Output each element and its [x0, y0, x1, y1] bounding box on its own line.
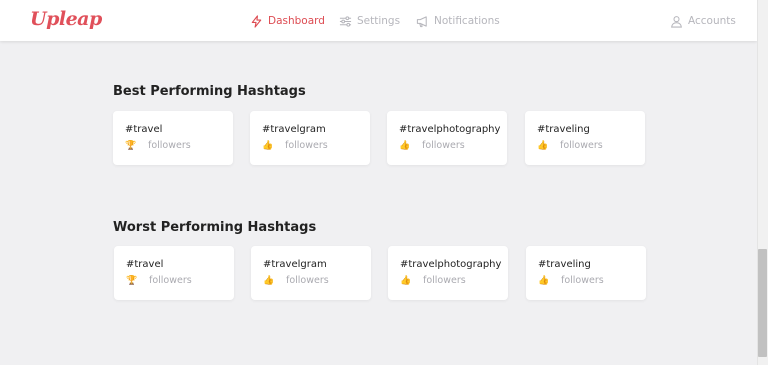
nav-dashboard-label: Dashboard	[268, 15, 325, 27]
hashtag-name: #traveling	[538, 259, 591, 270]
hashtag-name: #travelphotography	[400, 259, 502, 270]
sliders-icon	[339, 15, 352, 28]
followers-label: followers	[148, 140, 191, 151]
thumbs-up-icon: 👍	[400, 276, 412, 286]
thumbs-up-icon: 👍	[538, 276, 550, 286]
hashtag-name: #travelgram	[262, 124, 326, 135]
followers-label: followers	[286, 275, 329, 286]
nav-accounts-label: Accounts	[688, 15, 736, 27]
followers-label: followers	[422, 140, 465, 151]
top-nav-bar: Upleap Dashboard Settings Notifications	[0, 0, 757, 41]
best-hashtags-title: Best Performing Hashtags	[113, 84, 306, 99]
lightning-icon	[250, 14, 263, 28]
upleap-logo[interactable]: Upleap	[30, 8, 102, 30]
page-scrollbar[interactable]	[757, 0, 768, 365]
worst-hashtags-title: Worst Performing Hashtags	[113, 220, 317, 235]
thumbs-up-icon: 👍	[263, 276, 275, 286]
hashtag-name: #traveling	[537, 124, 590, 135]
followers-label: followers	[285, 140, 328, 151]
hashtag-card[interactable]: #travelphotography 👍 followers	[388, 246, 508, 300]
hashtag-name: #travel	[126, 259, 164, 270]
nav-notifications[interactable]: Notifications	[416, 13, 500, 29]
followers-label: followers	[149, 275, 192, 286]
hashtag-name: #travelgram	[263, 259, 327, 270]
hashtag-card[interactable]: #travel 🏆 followers	[114, 246, 234, 300]
followers-label: followers	[560, 140, 603, 151]
hashtag-card[interactable]: #traveling 👍 followers	[525, 111, 645, 165]
hashtag-card[interactable]: #travelgram 👍 followers	[251, 246, 371, 300]
trophy-icon: 🏆	[125, 141, 137, 151]
thumbs-up-icon: 👍	[262, 141, 274, 151]
nav-settings-label: Settings	[357, 15, 401, 27]
followers-label: followers	[423, 275, 466, 286]
hashtag-card[interactable]: #travelphotography 👍 followers	[387, 111, 507, 165]
followers-label: followers	[561, 275, 604, 286]
thumbs-up-icon: 👍	[399, 141, 411, 151]
hashtag-card[interactable]: #traveling 👍 followers	[526, 246, 646, 300]
hashtag-name: #travel	[125, 124, 163, 135]
user-icon	[670, 15, 683, 28]
nav-settings[interactable]: Settings	[339, 13, 400, 29]
thumbs-up-icon: 👍	[537, 141, 549, 151]
nav-accounts[interactable]: Accounts	[670, 13, 736, 29]
nav-notifications-label: Notifications	[434, 15, 500, 27]
nav-dashboard[interactable]: Dashboard	[250, 13, 325, 29]
trophy-icon: 🏆	[126, 276, 138, 286]
megaphone-icon	[416, 15, 429, 28]
scrollbar-thumb[interactable]	[758, 249, 767, 357]
hashtag-name: #travelphotography	[399, 124, 501, 135]
hashtag-card[interactable]: #travelgram 👍 followers	[250, 111, 370, 165]
hashtag-card[interactable]: #travel 🏆 followers	[113, 111, 233, 165]
